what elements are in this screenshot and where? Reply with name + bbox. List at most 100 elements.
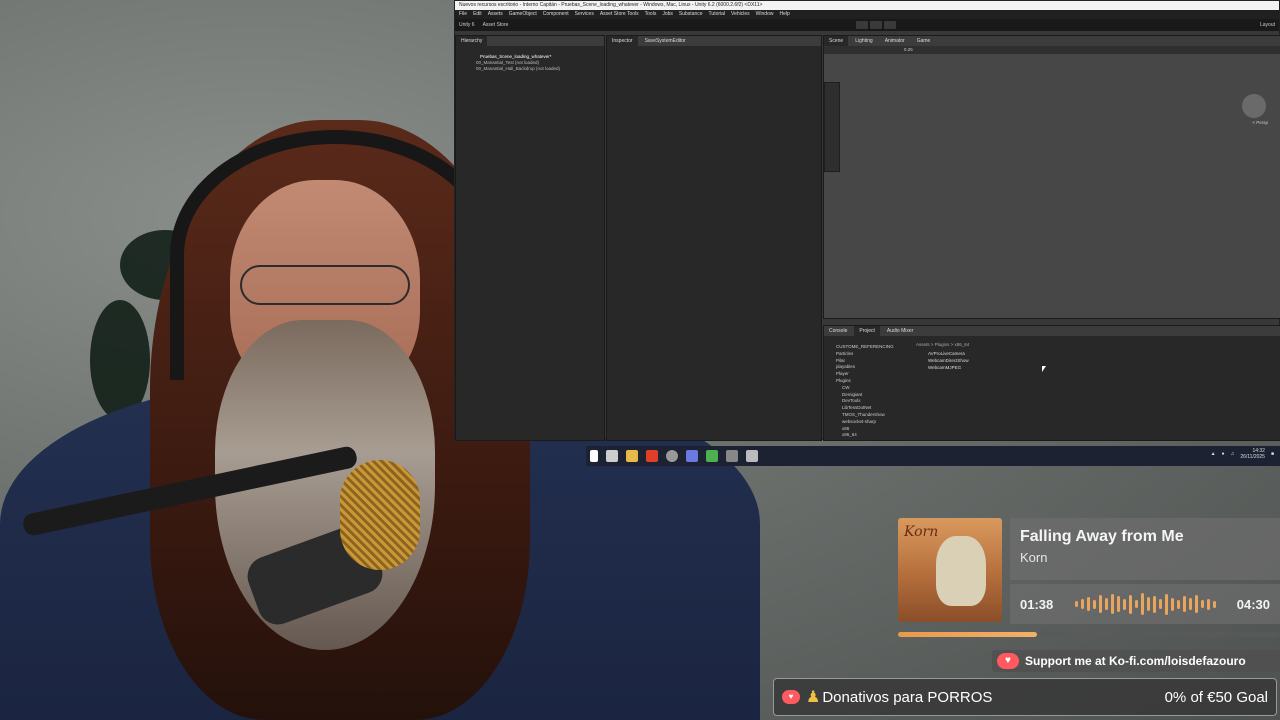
project-asset[interactable]: AVProLiveCamera — [928, 350, 969, 357]
track-info: Falling Away from Me Korn — [1010, 518, 1280, 580]
kofi-heart-icon: ♥ — [997, 653, 1019, 669]
tab-animator[interactable]: Animator — [880, 36, 910, 46]
menu-item[interactable]: Help — [779, 10, 789, 19]
project-folder[interactable]: LibTessDotNet — [828, 405, 910, 412]
tab-inspector[interactable]: Inspector — [607, 36, 638, 46]
settings-icon[interactable] — [726, 450, 738, 462]
waveform-bar — [1104, 598, 1108, 610]
task-view-icon[interactable] — [606, 450, 618, 462]
project-folder[interactable]: TMOS_Thundershow — [828, 412, 910, 419]
waveform-bar — [1182, 596, 1186, 612]
project-folder[interactable]: Pilar — [828, 358, 910, 365]
waveform-bar — [1134, 600, 1138, 608]
track-artist: Korn — [1020, 550, 1048, 565]
waveform-bar — [1164, 593, 1168, 615]
tab-console[interactable]: Console — [824, 326, 852, 336]
pause-button[interactable] — [870, 21, 883, 29]
menu-item[interactable]: Assets — [488, 10, 503, 19]
donation-goal: ♥ ♟ Donativos para PORROS 0% of €50 Goal — [773, 678, 1277, 716]
track-title: Falling Away from Me — [1020, 528, 1184, 545]
document-app-icon[interactable] — [706, 450, 718, 462]
microphone — [340, 460, 420, 570]
menu-item[interactable]: Component — [543, 10, 569, 19]
layout-dropdown[interactable]: Layout — [1260, 22, 1275, 28]
project-breadcrumb[interactable]: Assets > Plugins > x86_64 — [916, 342, 969, 347]
waveform-bar — [1128, 594, 1132, 614]
play-button[interactable] — [856, 21, 869, 29]
persp-label[interactable]: < Persp — [1252, 120, 1268, 125]
project-folder[interactable]: websocket-sharp — [828, 419, 910, 426]
kofi-banner: ♥ Support me at Ko-fi.com/loisdefazouro — [992, 650, 1280, 672]
waveform-bar — [1152, 595, 1156, 613]
tab-scene[interactable]: Scene — [824, 36, 849, 46]
window-title: Nuevos recursos escritorio - Interno Cap… — [455, 1, 1279, 10]
project-folder[interactable]: Demigiant — [828, 392, 910, 399]
account-button[interactable]: Unity 6 — [459, 22, 475, 28]
network-icon[interactable]: ● — [1222, 451, 1225, 457]
elapsed-time: 01:38 — [1020, 596, 1054, 612]
brave-browser-icon[interactable] — [646, 450, 658, 462]
scene-toolbar: 0.25 — [824, 46, 1280, 54]
volume-icon[interactable]: ♫ — [1231, 451, 1235, 457]
asset-store-button[interactable]: Asset Store — [483, 22, 509, 28]
hierarchy-tabbar: Hierarchy — [456, 36, 604, 46]
project-folder[interactable]: x86_64 — [828, 432, 910, 439]
project-folder[interactable]: Particles — [828, 351, 910, 358]
file-explorer-icon[interactable] — [626, 450, 638, 462]
waveform-bar — [1194, 595, 1198, 613]
hierarchy-panel: Hierarchy Pruebas_Scene_loading_whatever… — [455, 35, 605, 441]
project-asset-list: AVProLiveCamera WebcamDirectShow WebcamMJP… — [928, 350, 969, 371]
project-folder[interactable]: CUSTOME_REFERENCING — [828, 344, 910, 351]
clock[interactable]: 14:32 26/11/2025 — [1240, 448, 1265, 460]
menu-item[interactable]: Edit — [473, 10, 482, 19]
tab-audio-mixer[interactable]: Audio Mixer — [882, 326, 918, 336]
step-button[interactable] — [884, 21, 897, 29]
project-folder[interactable]: CW — [828, 385, 910, 392]
project-asset[interactable]: WebcamMJPEG — [928, 364, 969, 371]
discord-icon[interactable] — [686, 450, 698, 462]
menu-item[interactable]: Window — [756, 10, 774, 19]
tab-hierarchy[interactable]: Hierarchy — [456, 36, 488, 46]
menu-item[interactable]: Vehicles — [731, 10, 750, 19]
menu-item[interactable]: GameObject — [509, 10, 537, 19]
menu-item[interactable]: Services — [575, 10, 594, 19]
menu-item[interactable]: Substance — [679, 10, 703, 19]
project-folder[interactable]: x86 — [828, 426, 910, 433]
scene-zoom[interactable]: 0.25 — [904, 47, 913, 52]
project-folder[interactable]: Player — [828, 371, 910, 378]
waveform-bar — [1170, 597, 1174, 611]
play-controls — [856, 21, 897, 29]
chevron-up-icon[interactable]: ▲ — [1211, 451, 1216, 457]
project-folder[interactable]: playables — [828, 364, 910, 371]
menu-item[interactable]: Tools — [645, 10, 657, 19]
project-asset[interactable]: WebcamDirectShow — [928, 357, 969, 364]
obs-icon[interactable] — [666, 450, 678, 462]
menu-item[interactable]: Asset Store Tools — [600, 10, 639, 19]
hierarchy-item[interactable]: 00_Manantial_Hall_Backdrop (not loaded) — [456, 66, 604, 72]
scene-viewport[interactable]: < Persp — [824, 54, 1280, 318]
tab-save-system-editor[interactable]: SaveSystemEditor — [640, 36, 691, 46]
menu-item[interactable]: Jobs — [662, 10, 673, 19]
tab-lighting[interactable]: Lighting — [850, 36, 878, 46]
project-folder[interactable]: DevTools — [828, 398, 910, 405]
menu-item[interactable]: Tutorial — [709, 10, 726, 19]
waveform-bar — [1098, 595, 1102, 613]
waveform-bar — [1080, 599, 1084, 609]
waveform-bar — [1140, 593, 1144, 615]
orientation-gizmo[interactable] — [1242, 94, 1266, 118]
notification-icon[interactable]: ■ — [1271, 451, 1274, 457]
search-icon[interactable] — [590, 450, 598, 462]
unity-editor-window: Nuevos recursos escritorio - Interno Cap… — [454, 0, 1280, 441]
track-progress-bar — [898, 632, 1280, 637]
tab-game[interactable]: Game — [912, 36, 936, 46]
editor-toolbar: Unity 6 Asset Store Layout — [455, 19, 1279, 31]
tab-project[interactable]: Project — [854, 326, 880, 336]
system-tray: ▲ ● ♫ 14:32 26/11/2025 ■ — [1211, 448, 1274, 460]
goal-progress: 0% of €50 Goal — [1164, 688, 1268, 706]
unity-icon[interactable] — [746, 450, 758, 462]
windows-taskbar: ▲ ● ♫ 14:32 26/11/2025 ■ — [586, 446, 1280, 466]
scene-tools[interactable] — [824, 82, 840, 172]
waveform-bar — [1086, 597, 1090, 611]
menu-item[interactable]: File — [459, 10, 467, 19]
project-folder[interactable]: Plugins — [828, 378, 910, 385]
